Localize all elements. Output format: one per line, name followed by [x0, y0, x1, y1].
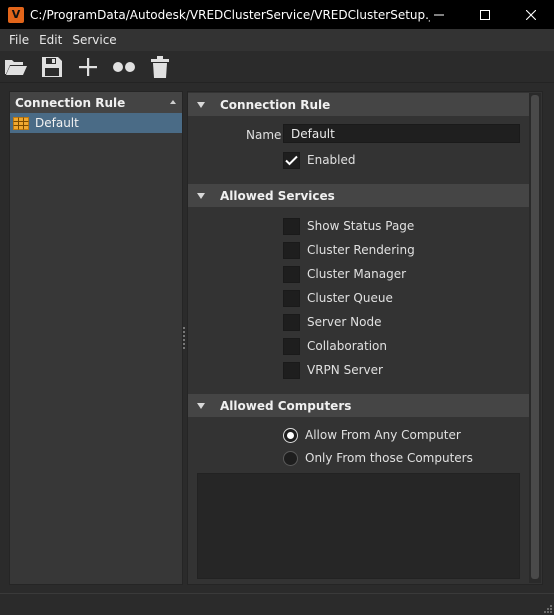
service-label: Cluster Queue	[307, 291, 393, 305]
maximize-button[interactable]	[462, 0, 508, 29]
menu-bar: File Edit Service	[0, 29, 554, 51]
service-show-status-page[interactable]: Show Status Page	[283, 217, 414, 235]
vertical-scrollbar[interactable]	[529, 93, 541, 583]
resize-grip-icon[interactable]	[542, 603, 552, 613]
service-label: Server Node	[307, 315, 382, 329]
section-allowed-computers-title: Allowed Computers	[220, 398, 352, 413]
service-cluster-queue[interactable]: Cluster Queue	[283, 289, 393, 307]
menu-edit[interactable]: Edit	[34, 29, 67, 51]
toolbar	[0, 51, 554, 83]
add-rule-button[interactable]	[70, 52, 106, 82]
cluster-nodes-button[interactable]	[106, 52, 142, 82]
maximize-icon	[480, 9, 490, 20]
open-folder-icon	[5, 59, 27, 75]
vred-app-icon: V	[8, 6, 24, 23]
window-title: C:/ProgramData/Autodesk/VREDClusterServi…	[30, 7, 430, 22]
cluster-nodes-icon	[113, 61, 135, 72]
service-label: Collaboration	[307, 339, 387, 353]
section-connection-rule-title: Connection Rule	[220, 97, 331, 112]
rule-editor-panel: Connection Rule Name Enabled Allowed Ser…	[187, 91, 543, 585]
service-label: VRPN Server	[307, 363, 383, 377]
service-checkbox[interactable]	[283, 361, 300, 379]
service-cluster-rendering[interactable]: Cluster Rendering	[283, 241, 415, 259]
service-label: Show Status Page	[307, 219, 415, 233]
service-cluster-manager[interactable]: Cluster Manager	[283, 265, 406, 283]
delete-icon	[151, 55, 169, 78]
rule-item-label: Default	[35, 116, 79, 130]
service-label: Cluster Rendering	[307, 243, 415, 257]
open-button[interactable]	[0, 52, 34, 82]
service-server-node[interactable]: Server Node	[283, 313, 381, 331]
collapse-triangle-icon[interactable]	[197, 101, 205, 108]
menu-file[interactable]: File	[4, 29, 34, 51]
name-input[interactable]	[283, 124, 520, 143]
name-label: Name	[246, 128, 282, 142]
sort-ascending-icon	[170, 100, 176, 104]
close-icon	[526, 9, 536, 20]
title-bar[interactable]: V C:/ProgramData/Autodesk/VREDClusterSer…	[0, 0, 554, 29]
menu-service[interactable]: Service	[67, 29, 121, 51]
enabled-checkbox[interactable]	[283, 151, 300, 169]
rules-list-header-label: Connection Rule	[15, 95, 126, 110]
enabled-label: Enabled	[307, 153, 356, 167]
only-those-computers-label: Only From those Computers	[305, 451, 473, 465]
service-checkbox[interactable]	[283, 217, 300, 235]
section-allowed-services-title: Allowed Services	[220, 188, 335, 203]
checkmark-icon	[285, 155, 298, 165]
collapse-triangle-icon[interactable]	[197, 402, 205, 409]
allow-any-computer-radio[interactable]	[283, 427, 298, 443]
only-those-computers-radio[interactable]	[283, 450, 298, 466]
service-checkbox[interactable]	[283, 265, 300, 283]
allow-any-computer-option[interactable]: Allow From Any Computer	[283, 426, 461, 444]
service-checkbox[interactable]	[283, 313, 300, 331]
minimize-icon	[434, 14, 444, 15]
allowed-computers-list[interactable]	[197, 473, 520, 579]
panel-splitter[interactable]	[183, 327, 186, 351]
save-button[interactable]	[34, 52, 70, 82]
section-connection-rule[interactable]: Connection Rule	[188, 93, 529, 116]
connection-rules-list: Connection Rule Default	[9, 91, 183, 585]
only-those-computers-option[interactable]: Only From those Computers	[283, 449, 473, 467]
service-checkbox[interactable]	[283, 289, 300, 307]
scrollbar-thumb[interactable]	[531, 95, 539, 579]
save-icon	[42, 56, 62, 77]
allow-any-computer-label: Allow From Any Computer	[305, 428, 461, 442]
delete-button[interactable]	[142, 52, 178, 82]
rules-list-header[interactable]: Connection Rule	[10, 92, 182, 113]
rule-item-default[interactable]: Default	[10, 113, 182, 133]
section-allowed-services[interactable]: Allowed Services	[188, 184, 529, 207]
close-button[interactable]	[508, 0, 554, 29]
service-checkbox[interactable]	[283, 337, 300, 355]
table-icon	[13, 116, 29, 130]
minimize-button[interactable]	[416, 0, 462, 29]
collapse-triangle-icon[interactable]	[197, 192, 205, 199]
add-icon	[79, 57, 97, 76]
section-allowed-computers[interactable]: Allowed Computers	[188, 394, 529, 417]
service-label: Cluster Manager	[307, 267, 407, 281]
service-vrpn-server[interactable]: VRPN Server	[283, 361, 383, 379]
service-checkbox[interactable]	[283, 241, 300, 259]
enabled-checkbox-row[interactable]: Enabled	[283, 151, 356, 169]
service-collaboration[interactable]: Collaboration	[283, 337, 387, 355]
status-bar	[0, 593, 554, 615]
